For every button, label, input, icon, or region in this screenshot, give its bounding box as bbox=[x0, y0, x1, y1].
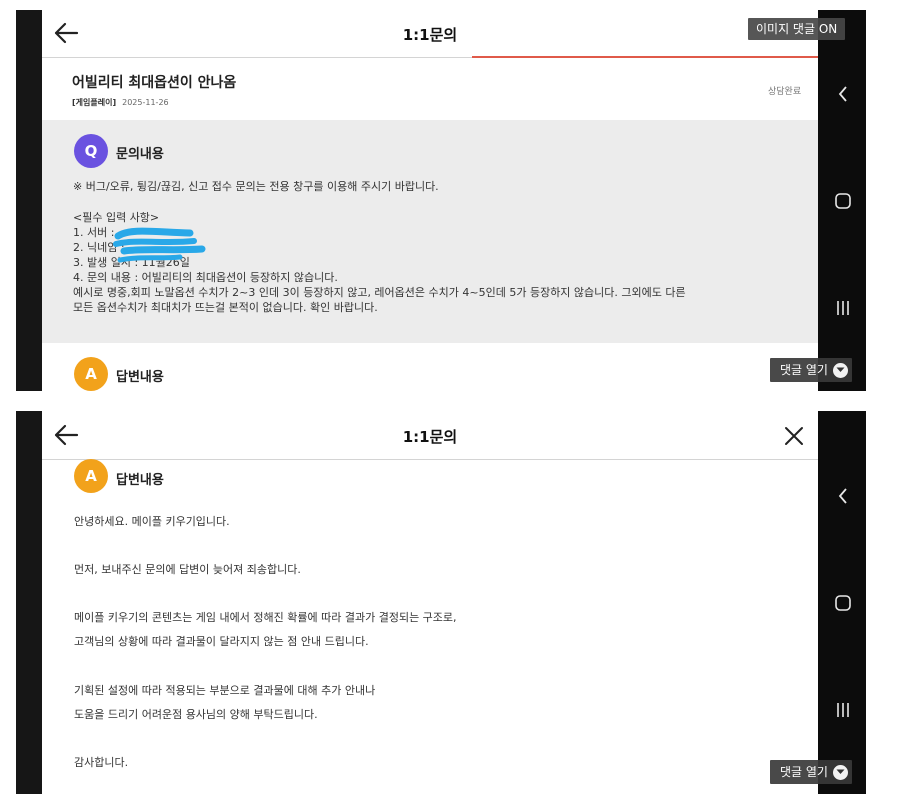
home-square-icon bbox=[835, 595, 851, 611]
answer-line: 감사합니다. bbox=[74, 756, 129, 769]
open-comments-label: 댓글 열기 bbox=[780, 363, 828, 377]
answer-line: 메이플 키우기의 콘텐츠는 게임 내에서 정해진 확률에 따라 결과가 결정되는… bbox=[74, 611, 457, 624]
arrow-left-icon bbox=[54, 424, 79, 446]
answer-badge: A bbox=[74, 459, 108, 493]
question-line: 모든 옵션수치가 최대치가 뜨는걸 본적이 없습니다. 확인 바랍니다. bbox=[73, 301, 378, 314]
nav-back-button[interactable] bbox=[828, 79, 858, 109]
question-badge: Q bbox=[74, 134, 108, 168]
question-label: 문의내용 bbox=[116, 147, 164, 162]
chevron-left-icon bbox=[838, 86, 847, 102]
left-frame-bottom bbox=[16, 411, 42, 794]
question-line: 4. 문의 내용 : 어빌리티의 최대옵션이 등장하지 않습니다. bbox=[73, 271, 338, 284]
redaction-scribble bbox=[113, 227, 206, 263]
inquiry-title: 어빌리티 최대옵션이 안나옴 bbox=[72, 75, 237, 91]
close-button[interactable] bbox=[782, 424, 806, 448]
left-frame-top bbox=[16, 10, 42, 391]
open-comments-button[interactable]: 댓글 열기 bbox=[770, 358, 852, 382]
image-comment-toggle[interactable]: 이미지 댓글 ON bbox=[748, 18, 846, 40]
question-line: 예시로 명중,회피 노말옵션 수치가 2~3 인데 3이 등장하지 않고, 레어… bbox=[73, 286, 686, 299]
close-icon bbox=[785, 427, 803, 445]
page-title: 1:1문의 bbox=[402, 428, 458, 446]
header-accent-line bbox=[472, 56, 818, 58]
page-title: 1:1문의 bbox=[402, 26, 458, 44]
arrow-left-icon bbox=[54, 22, 79, 44]
back-button[interactable] bbox=[53, 21, 79, 45]
question-panel: Q 문의내용 ※ 버그/오류, 튕김/끊김, 신고 접수 문의는 전용 창구를 … bbox=[42, 120, 818, 343]
home-square-icon bbox=[835, 193, 851, 209]
question-line: 1. 서버 : bbox=[73, 226, 115, 239]
answer-line: 먼저, 보내주신 문의에 답변이 늦어져 죄송합니다. bbox=[74, 563, 301, 576]
answer-label: 답변내용 bbox=[116, 473, 164, 488]
open-comments-button[interactable]: 댓글 열기 bbox=[770, 760, 852, 784]
status-badge: 상담완료 bbox=[768, 87, 802, 97]
answer-line: 고객님의 상황에 따라 결과물이 달라지지 않는 점 안내 드립니다. bbox=[74, 635, 369, 648]
chevron-down-icon bbox=[832, 764, 848, 780]
answer-line: 기획된 설정에 따라 적용되는 부분으로 결과물에 대해 추가 안내나 bbox=[74, 684, 376, 697]
open-comments-label: 댓글 열기 bbox=[780, 765, 828, 779]
nav-home-button[interactable] bbox=[828, 588, 858, 618]
back-button[interactable] bbox=[53, 423, 79, 447]
answer-line: 안녕하세요. 메이플 키우기입니다. bbox=[74, 515, 230, 528]
chevron-left-icon bbox=[838, 488, 847, 504]
answer-label: 답변내용 bbox=[116, 370, 164, 385]
question-line: ※ 버그/오류, 튕김/끊김, 신고 접수 문의는 전용 창구를 이용해 주시기… bbox=[73, 180, 439, 193]
answer-line: 도움을 드리기 어려운점 용사님의 양해 부탁드립니다. bbox=[74, 708, 318, 721]
app-screen-top: 1:1문의 어빌리티 최대옵션이 안나옴 [게임플레이] 2025-11-26 상… bbox=[42, 10, 818, 391]
nav-back-button[interactable] bbox=[828, 481, 858, 511]
nav-home-button[interactable] bbox=[828, 186, 858, 216]
inquiry-category: [게임플레이] bbox=[72, 98, 117, 107]
recents-icon bbox=[837, 301, 849, 315]
app-screen-bottom: 1:1문의 A 답변내용 안녕하세요. 메이플 키우기입니다. 먼저, 보내주신… bbox=[42, 411, 818, 794]
inquiry-meta: [게임플레이] 2025-11-26 bbox=[72, 97, 169, 108]
nav-recents-button[interactable] bbox=[828, 695, 858, 725]
recents-icon bbox=[837, 703, 849, 717]
nav-recents-button[interactable] bbox=[828, 293, 858, 323]
image-comment-toggle-label: 이미지 댓글 ON bbox=[756, 22, 838, 36]
chevron-down-icon bbox=[832, 362, 848, 378]
inquiry-date: 2025-11-26 bbox=[122, 98, 169, 107]
answer-badge: A bbox=[74, 357, 108, 391]
